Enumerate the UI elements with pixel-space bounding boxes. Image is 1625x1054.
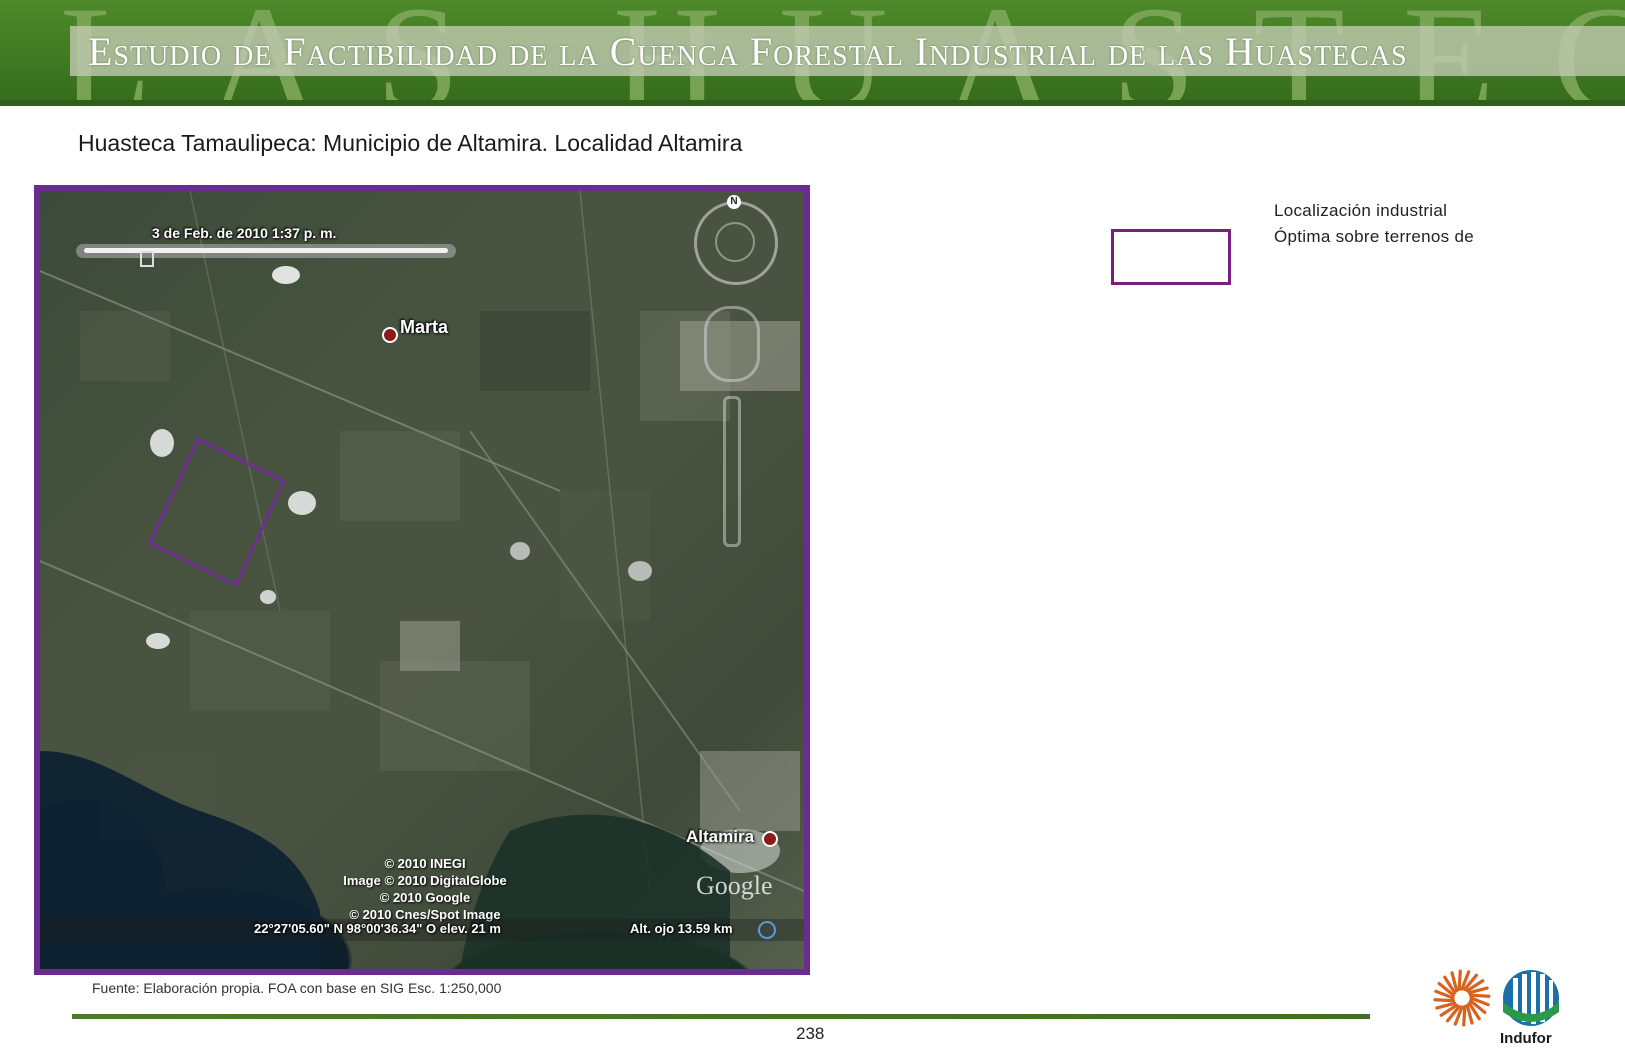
page-number: 238 — [796, 1024, 825, 1043]
place-marta[interactable]: Marta — [400, 317, 448, 338]
zoom-slider[interactable] — [723, 396, 741, 547]
map-frame: 3 de Feb. de 2010 1:37 p. m. Marta Altam… — [34, 185, 810, 975]
credit-line: © 2010 INEGI — [384, 856, 466, 871]
compass-center-icon[interactable] — [715, 222, 755, 262]
map-credits: © 2010 INEGI Image © 2010 DigitalGlobe ©… — [330, 855, 520, 923]
source-note: Fuente: Elaboración propia. FOA con base… — [92, 980, 502, 996]
header-title: Estudio de Factibilidad de la Cuenca For… — [88, 29, 1408, 74]
globe-icon[interactable] — [758, 921, 776, 939]
map-features — [40, 191, 804, 969]
look-joystick-icon[interactable] — [704, 306, 760, 382]
legend-swatch — [1111, 229, 1231, 285]
altamira-pin-icon[interactable] — [762, 831, 778, 847]
legend-line: Óptima sobre terrenos de — [1274, 227, 1474, 246]
header-divider — [0, 100, 1625, 106]
compass-north-icon[interactable]: N — [727, 195, 741, 209]
page-title: Huasteca Tamaulipeca: Municipio de Altam… — [78, 130, 743, 156]
map-coordinates: 22°27'05.60" N 98°00'36.34" O elev. 21 m — [254, 921, 501, 936]
credit-line: Image © 2010 DigitalGlobe — [343, 873, 507, 888]
legend-line: Localización industrial — [1274, 201, 1448, 220]
time-slider-track — [84, 248, 448, 253]
place-altamira[interactable]: Altamira — [686, 827, 754, 847]
marta-pin-icon[interactable] — [382, 327, 398, 343]
map-date: 3 de Feb. de 2010 1:37 p. m. — [152, 225, 337, 241]
eye-altitude: Alt. ojo 13.59 km — [630, 921, 733, 936]
google-logo: Google — [696, 871, 773, 900]
header-banner: LAS HUASTECAS Estudio de Factibilidad de… — [0, 0, 1625, 106]
satellite-map[interactable]: 3 de Feb. de 2010 1:37 p. m. Marta Altam… — [40, 191, 804, 969]
time-slider[interactable] — [76, 244, 456, 258]
footer-divider — [72, 1014, 1370, 1019]
indufor-name: Indufor — [1500, 1030, 1552, 1047]
legend-text: Localización industrial Óptima sobre ter… — [1274, 198, 1474, 250]
indufor-logo-icon — [1503, 970, 1559, 1026]
credit-line: © 2010 Google — [379, 890, 471, 905]
sunburst-logo-icon — [1433, 969, 1491, 1027]
time-slider-handle[interactable] — [140, 251, 154, 267]
compass-ring-icon[interactable] — [694, 201, 778, 285]
